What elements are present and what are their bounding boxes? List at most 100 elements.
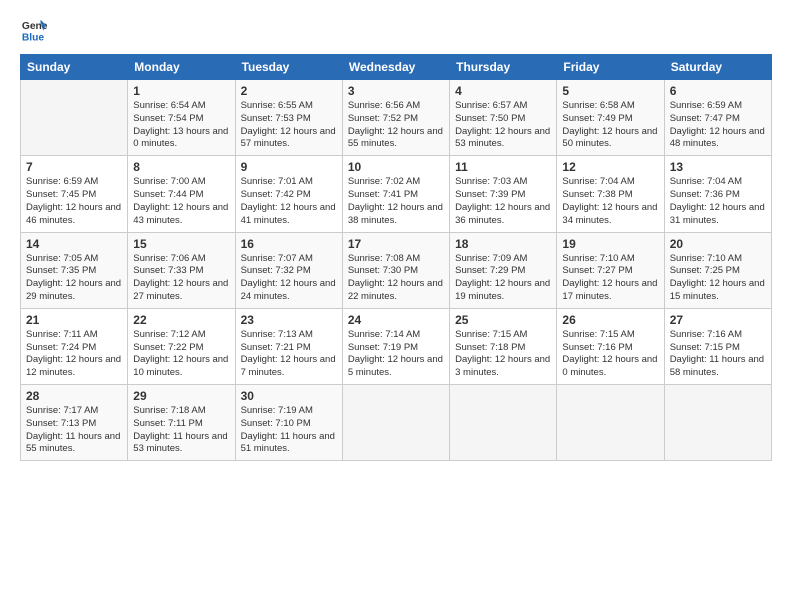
day-info: Sunrise: 7:14 AMSunset: 7:19 PMDaylight:… <box>348 329 444 380</box>
day-info: Sunrise: 6:56 AMSunset: 7:52 PMDaylight:… <box>348 100 444 151</box>
day-number: 10 <box>348 160 444 174</box>
day-number: 25 <box>455 313 551 327</box>
day-info: Sunrise: 7:07 AMSunset: 7:32 PMDaylight:… <box>241 253 337 304</box>
day-info: Sunrise: 7:05 AMSunset: 7:35 PMDaylight:… <box>26 253 122 304</box>
calendar-cell: 1 Sunrise: 6:54 AMSunset: 7:54 PMDaylight… <box>128 80 235 156</box>
day-number: 8 <box>133 160 229 174</box>
day-number: 26 <box>562 313 658 327</box>
day-info: Sunrise: 7:17 AMSunset: 7:13 PMDaylight:… <box>26 405 122 456</box>
day-number: 21 <box>26 313 122 327</box>
header: General Blue <box>20 16 772 44</box>
day-info: Sunrise: 6:57 AMSunset: 7:50 PMDaylight:… <box>455 100 551 151</box>
day-info: Sunrise: 7:18 AMSunset: 7:11 PMDaylight:… <box>133 405 229 456</box>
day-info: Sunrise: 7:04 AMSunset: 7:38 PMDaylight:… <box>562 176 658 227</box>
day-number: 2 <box>241 84 337 98</box>
day-number: 9 <box>241 160 337 174</box>
day-info: Sunrise: 7:08 AMSunset: 7:30 PMDaylight:… <box>348 253 444 304</box>
day-number: 13 <box>670 160 766 174</box>
day-info: Sunrise: 6:54 AMSunset: 7:54 PMDaylight:… <box>133 100 229 151</box>
calendar-cell: 3Sunrise: 6:56 AMSunset: 7:52 PMDaylight… <box>342 80 449 156</box>
day-number: 12 <box>562 160 658 174</box>
calendar-cell <box>557 385 664 461</box>
logo-icon: General Blue <box>20 16 48 44</box>
calendar-cell: 24 Sunrise: 7:14 AMSunset: 7:19 PMDayligh… <box>342 308 449 384</box>
calendar-cell <box>450 385 557 461</box>
calendar-cell: 26 Sunrise: 7:15 AMSunset: 7:16 PMDayligh… <box>557 308 664 384</box>
day-number: 16 <box>241 237 337 251</box>
calendar-cell: 6Sunrise: 6:59 AMSunset: 7:47 PMDaylight… <box>664 80 771 156</box>
day-info: Sunrise: 7:16 AMSunset: 7:15 PMDaylight:… <box>670 329 766 380</box>
day-info: Sunrise: 7:03 AMSunset: 7:39 PMDaylight:… <box>455 176 551 227</box>
calendar-cell: 16 Sunrise: 7:07 AMSunset: 7:32 PMDayligh… <box>235 232 342 308</box>
day-info: Sunrise: 7:13 AMSunset: 7:21 PMDaylight:… <box>241 329 337 380</box>
day-info: Sunrise: 7:01 AMSunset: 7:42 PMDaylight:… <box>241 176 337 227</box>
day-info: Sunrise: 7:09 AMSunset: 7:29 PMDaylight:… <box>455 253 551 304</box>
calendar-cell <box>21 80 128 156</box>
week-row: 21 Sunrise: 7:11 AMSunset: 7:24 PMDayligh… <box>21 308 772 384</box>
week-row: 7 Sunrise: 6:59 AMSunset: 7:45 PMDaylight… <box>21 156 772 232</box>
weekday-header-row: SundayMondayTuesdayWednesdayThursdayFrid… <box>21 55 772 80</box>
day-number: 7 <box>26 160 122 174</box>
calendar-cell: 23 Sunrise: 7:13 AMSunset: 7:21 PMDayligh… <box>235 308 342 384</box>
day-number: 6 <box>670 84 766 98</box>
day-number: 28 <box>26 389 122 403</box>
day-number: 18 <box>455 237 551 251</box>
calendar-cell: 8 Sunrise: 7:00 AMSunset: 7:44 PMDaylight… <box>128 156 235 232</box>
week-row: 1 Sunrise: 6:54 AMSunset: 7:54 PMDaylight… <box>21 80 772 156</box>
calendar-cell: 27 Sunrise: 7:16 AMSunset: 7:15 PMDayligh… <box>664 308 771 384</box>
day-number: 24 <box>348 313 444 327</box>
page: General Blue SundayMondayTuesdayWednesda… <box>0 0 792 612</box>
day-info: Sunrise: 6:58 AMSunset: 7:49 PMDaylight:… <box>562 100 658 151</box>
day-number: 20 <box>670 237 766 251</box>
day-info: Sunrise: 7:06 AMSunset: 7:33 PMDaylight:… <box>133 253 229 304</box>
week-row: 14 Sunrise: 7:05 AMSunset: 7:35 PMDayligh… <box>21 232 772 308</box>
calendar: SundayMondayTuesdayWednesdayThursdayFrid… <box>20 54 772 461</box>
day-number: 1 <box>133 84 229 98</box>
weekday-header-wednesday: Wednesday <box>342 55 449 80</box>
day-number: 22 <box>133 313 229 327</box>
logo: General Blue <box>20 16 48 44</box>
weekday-header-thursday: Thursday <box>450 55 557 80</box>
day-info: Sunrise: 7:15 AMSunset: 7:18 PMDaylight:… <box>455 329 551 380</box>
day-info: Sunrise: 6:59 AMSunset: 7:45 PMDaylight:… <box>26 176 122 227</box>
day-info: Sunrise: 7:15 AMSunset: 7:16 PMDaylight:… <box>562 329 658 380</box>
day-number: 5 <box>562 84 658 98</box>
weekday-header-tuesday: Tuesday <box>235 55 342 80</box>
calendar-cell: 12 Sunrise: 7:04 AMSunset: 7:38 PMDayligh… <box>557 156 664 232</box>
day-info: Sunrise: 7:12 AMSunset: 7:22 PMDaylight:… <box>133 329 229 380</box>
calendar-cell <box>664 385 771 461</box>
weekday-header-sunday: Sunday <box>21 55 128 80</box>
calendar-cell: 13Sunrise: 7:04 AMSunset: 7:36 PMDayligh… <box>664 156 771 232</box>
day-number: 11 <box>455 160 551 174</box>
svg-text:Blue: Blue <box>22 32 45 43</box>
calendar-cell: 29Sunrise: 7:18 AMSunset: 7:11 PMDayligh… <box>128 385 235 461</box>
week-row: 28 Sunrise: 7:17 AMSunset: 7:13 PMDayligh… <box>21 385 772 461</box>
calendar-cell: 21 Sunrise: 7:11 AMSunset: 7:24 PMDayligh… <box>21 308 128 384</box>
day-number: 30 <box>241 389 337 403</box>
day-info: Sunrise: 7:19 AMSunset: 7:10 PMDaylight:… <box>241 405 337 456</box>
calendar-cell: 18 Sunrise: 7:09 AMSunset: 7:29 PMDayligh… <box>450 232 557 308</box>
calendar-cell: 30 Sunrise: 7:19 AMSunset: 7:10 PMDayligh… <box>235 385 342 461</box>
calendar-cell: 17 Sunrise: 7:08 AMSunset: 7:30 PMDayligh… <box>342 232 449 308</box>
calendar-cell: 2 Sunrise: 6:55 AMSunset: 7:53 PMDaylight… <box>235 80 342 156</box>
day-number: 4 <box>455 84 551 98</box>
day-info: Sunrise: 7:10 AMSunset: 7:25 PMDaylight:… <box>670 253 766 304</box>
day-info: Sunrise: 7:10 AMSunset: 7:27 PMDaylight:… <box>562 253 658 304</box>
day-number: 27 <box>670 313 766 327</box>
day-number: 14 <box>26 237 122 251</box>
calendar-cell: 11 Sunrise: 7:03 AMSunset: 7:39 PMDayligh… <box>450 156 557 232</box>
weekday-header-friday: Friday <box>557 55 664 80</box>
calendar-cell: 14 Sunrise: 7:05 AMSunset: 7:35 PMDayligh… <box>21 232 128 308</box>
day-number: 17 <box>348 237 444 251</box>
calendar-cell: 28 Sunrise: 7:17 AMSunset: 7:13 PMDayligh… <box>21 385 128 461</box>
calendar-cell: 22 Sunrise: 7:12 AMSunset: 7:22 PMDayligh… <box>128 308 235 384</box>
day-number: 23 <box>241 313 337 327</box>
weekday-header-monday: Monday <box>128 55 235 80</box>
calendar-cell: 19 Sunrise: 7:10 AMSunset: 7:27 PMDayligh… <box>557 232 664 308</box>
calendar-cell: 25 Sunrise: 7:15 AMSunset: 7:18 PMDayligh… <box>450 308 557 384</box>
day-info: Sunrise: 7:00 AMSunset: 7:44 PMDaylight:… <box>133 176 229 227</box>
day-number: 15 <box>133 237 229 251</box>
day-info: Sunrise: 7:11 AMSunset: 7:24 PMDaylight:… <box>26 329 122 380</box>
day-info: Sunrise: 6:55 AMSunset: 7:53 PMDaylight:… <box>241 100 337 151</box>
day-number: 19 <box>562 237 658 251</box>
